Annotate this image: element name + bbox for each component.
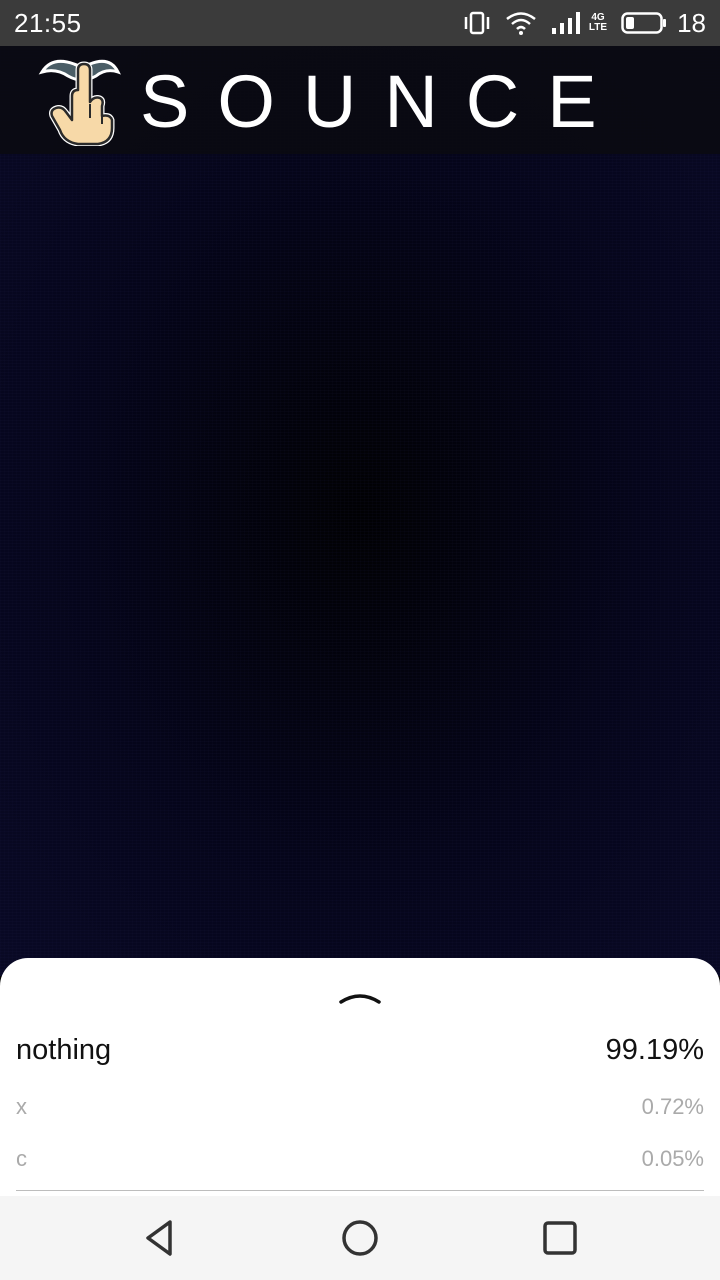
screen: 21:55 4G LTE 18 SOUNCE nothing 99.19% x … <box>0 0 720 1280</box>
result-row: c 0.05% <box>16 1144 704 1174</box>
status-bar: 21:55 4G LTE 18 <box>0 0 720 46</box>
network-type-bottom: LTE <box>588 22 608 33</box>
result-label: x <box>16 1094 27 1119</box>
status-time: 21:55 <box>14 7 82 38</box>
result-value: 0.72% <box>641 1094 704 1119</box>
recents-icon[interactable] <box>536 1214 584 1262</box>
battery-icon <box>621 11 667 35</box>
app-title: SOUNCE <box>140 60 625 143</box>
hand-pointer-logo-icon <box>38 56 122 147</box>
back-icon[interactable] <box>136 1214 184 1262</box>
result-row: x 0.72% <box>16 1092 704 1122</box>
system-nav-bar <box>0 1196 720 1280</box>
status-icons: 4G LTE 18 <box>463 8 706 39</box>
signal-icon <box>551 11 583 35</box>
chevron-up-icon[interactable] <box>338 986 382 1008</box>
vibrate-icon <box>463 11 491 35</box>
wifi-icon <box>505 11 537 35</box>
app-header: SOUNCE <box>0 46 720 154</box>
result-label: c <box>16 1146 27 1171</box>
results-bottom-sheet[interactable]: nothing 99.19% x 0.72% c 0.05% <box>0 958 720 1196</box>
result-row-top: nothing 99.19% <box>16 1030 704 1070</box>
result-label: nothing <box>16 1033 112 1066</box>
network-type: 4G LTE <box>589 13 607 33</box>
camera-preview <box>0 46 720 976</box>
home-icon[interactable] <box>336 1214 384 1262</box>
result-value: 99.19% <box>605 1033 704 1066</box>
divider <box>16 1190 704 1191</box>
result-value: 0.05% <box>641 1146 704 1171</box>
battery-level: 18 <box>677 7 706 38</box>
